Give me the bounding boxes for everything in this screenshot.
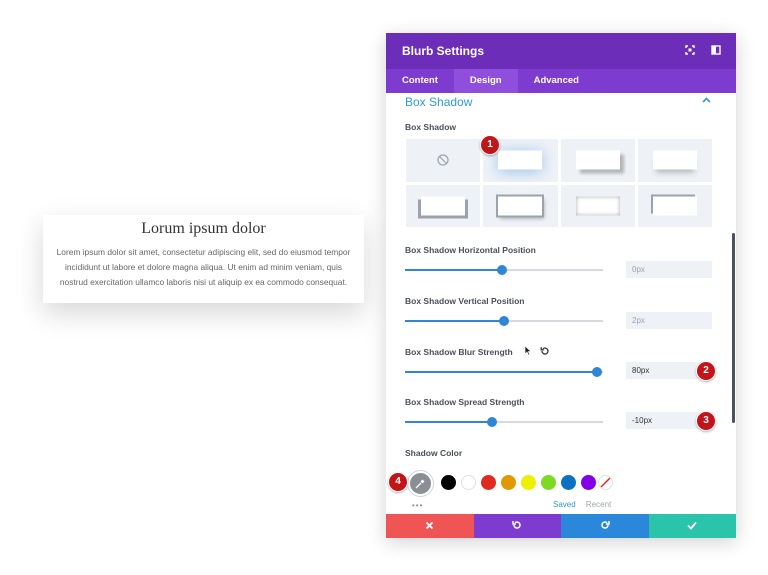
reset-icon[interactable] [540,346,550,356]
shadow-preset-3[interactable] [637,139,712,182]
color-swatch[interactable] [581,475,596,490]
shadow-color-label: Shadow Color [405,448,463,458]
settings-scrollbar[interactable] [732,233,735,423]
color-swatch[interactable] [561,475,576,490]
spread-strength-thumb[interactable] [487,417,498,427]
eyedropper-icon [415,479,425,489]
v-position-label: Box Shadow Vertical Position [405,296,525,306]
modal-title: Blurb Settings [402,44,485,58]
shadow-preset-5[interactable] [483,184,558,227]
undo-button[interactable] [473,514,561,538]
tab-advanced[interactable]: Advanced [518,69,595,93]
blurb-body: Lorem ipsum dolor sit amet, consectetur … [56,247,351,287]
modal-header: Blurb Settings [386,33,736,69]
no-shadow-icon [437,154,449,166]
recent-colors-tab[interactable]: Recent [586,500,611,509]
blur-strength-label: Box Shadow Blur Strength [405,347,513,357]
annotation-badge-1: 1 [480,135,500,155]
clear-color-swatch[interactable] [598,475,613,490]
modal-tabs: Content Design Advanced [386,69,736,93]
color-tabs: Saved Recent [553,500,611,509]
color-swatch[interactable] [521,475,536,490]
box-shadow-label: Box Shadow [405,122,457,132]
blurb-title: Lorum ipsum dolor [141,220,266,237]
shadow-preset-6[interactable] [560,184,635,227]
more-colors-dots[interactable]: ••• [412,501,423,510]
section-title-box-shadow[interactable]: Box Shadow [405,95,472,109]
color-swatch[interactable] [461,475,476,490]
h-position-slider[interactable] [405,265,603,275]
redo-icon [601,521,610,529]
cancel-button[interactable] [386,514,474,538]
redo-button[interactable] [561,514,649,538]
shadow-preset-7[interactable] [637,184,712,227]
color-swatch[interactable] [441,475,456,490]
h-position-label: Box Shadow Horizontal Position [405,245,536,255]
shadow-preset-4[interactable] [406,184,481,227]
close-icon [426,521,434,530]
blurb-preview: Lorum ipsum dolor Lorem ipsum dolor sit … [43,215,364,303]
annotation-badge-2: 2 [696,361,716,381]
annotation-badge-3: 3 [696,411,716,431]
color-picker-button[interactable] [408,471,433,496]
spread-strength-label: Box Shadow Spread Strength [405,397,525,407]
color-swatch[interactable] [541,475,556,490]
blurb-settings-modal: Blurb Settings Content Design Advanced B… [386,33,736,538]
saved-colors-tab[interactable]: Saved [553,500,576,509]
v-position-thumb[interactable] [499,316,509,326]
annotation-badge-4: 4 [388,472,408,492]
h-position-value[interactable]: 0px [626,261,712,278]
v-position-value[interactable]: 2px [626,312,712,329]
h-position-thumb[interactable] [497,265,508,275]
color-swatch[interactable] [501,475,516,490]
shadow-preset-2[interactable] [560,139,635,182]
save-button[interactable] [648,514,736,538]
blur-strength-thumb[interactable] [592,367,603,377]
v-position-slider[interactable] [405,316,603,326]
color-swatch[interactable] [481,475,496,490]
box-shadow-presets [406,139,712,227]
shadow-preset-none[interactable] [406,139,481,182]
tab-content[interactable]: Content [386,69,454,93]
blur-strength-slider[interactable] [405,367,603,377]
spread-strength-slider[interactable] [405,417,603,427]
cursor-icon [524,345,532,356]
chevron-up-icon[interactable] [702,97,711,103]
dock-icon[interactable] [711,45,721,55]
fullscreen-icon[interactable] [685,45,695,55]
tab-design[interactable]: Design [453,69,518,93]
check-icon [687,521,697,530]
modal-footer [386,514,736,538]
undo-icon [512,521,521,529]
